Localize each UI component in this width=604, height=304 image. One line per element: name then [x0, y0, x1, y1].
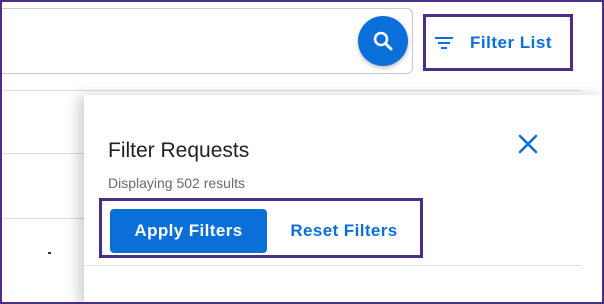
panel-divider [84, 265, 582, 266]
filter-icon [435, 36, 453, 49]
close-icon [518, 134, 538, 154]
results-count: Displaying 502 results [108, 175, 245, 191]
close-button[interactable] [515, 131, 541, 157]
table-divider [0, 153, 84, 154]
table-divider [0, 218, 84, 219]
table-cell-mark [48, 252, 51, 254]
search-input[interactable] [0, 8, 413, 74]
filter-list-label: Filter List [470, 32, 553, 52]
apply-filters-button[interactable]: Apply Filters [110, 209, 267, 253]
filter-panel: Filter Requests Displaying 502 results A… [84, 95, 604, 304]
filter-actions-group: Apply Filters Reset Filters [99, 198, 423, 258]
table-divider [0, 90, 581, 91]
search-button[interactable] [358, 16, 408, 66]
filter-list-button[interactable]: Filter List [423, 14, 573, 71]
search-icon [373, 31, 393, 51]
reset-filters-button[interactable]: Reset Filters [274, 209, 414, 253]
panel-title: Filter Requests [108, 139, 250, 162]
